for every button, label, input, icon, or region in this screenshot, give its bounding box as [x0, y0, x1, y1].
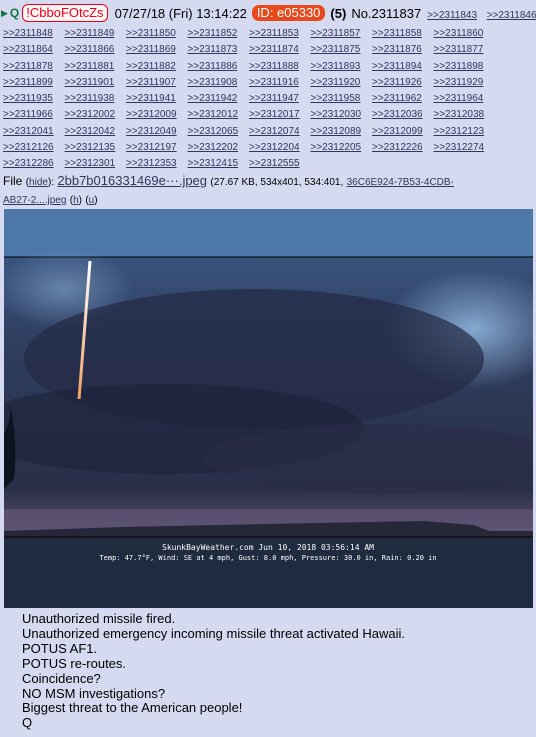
file-meta: (27.67 KB, 534x401, 534:401, [210, 177, 344, 188]
backlink[interactable]: >>2311843 [427, 10, 477, 21]
backlink[interactable]: >>2312274 [434, 140, 496, 156]
body-line: Q [22, 715, 33, 731]
backlinks-row: >>2312041 >>2312042 >>2312049 >>2312065 >>23… [3, 122, 536, 138]
post-datetime: 07/27/18 (Fri) 13:14:22 [114, 5, 247, 21]
file-label: File [3, 174, 23, 188]
backlinks-row: >>2312126 >>2312135 >>2312197 >>2312202 >>23… [3, 138, 536, 154]
hide-image-link[interactable]: hide [29, 177, 48, 188]
body-line: Coincidence? [22, 670, 101, 686]
file-name-link[interactable]: 2bb7b016331469e···.jpeg [57, 173, 207, 188]
weather-overlay-line2: Temp: 47.7°F, Wind: SE at 4 mph, Gust: 8… [99, 554, 436, 562]
backlinks-row: >>2311935 >>2311938 >>2311941 >>2311942 >>23… [3, 89, 536, 105]
body-line: POTUS AF1. [22, 640, 98, 656]
backlinks-row: >>2311878 >>2311881 >>2311882 >>2311886 >>23… [3, 57, 536, 73]
file-info: File (hide): 2bb7b016331469e···.jpeg (27… [3, 173, 454, 206]
post-count: (5) [330, 5, 347, 21]
backlink[interactable]: >>2312205 [311, 140, 373, 156]
backlinks-row: >>2311864 >>2311866 >>2311869 >>2311873 >>23… [3, 40, 536, 56]
backlinks-list: >>2311848 >>2311849 >>2311850 >>2311852 >>23… [3, 24, 536, 171]
backlinks-row: >>2311848 >>2311849 >>2311850 >>2311852 >>23… [3, 24, 536, 40]
backlink[interactable]: >>2312555 [249, 156, 311, 172]
backlink[interactable]: >>2312415 [188, 156, 250, 172]
backlink[interactable]: >>2312301 [65, 156, 127, 172]
post-header: ▶ Q !CbboFOtcZs 07/27/18 (Fri) 13:14:22 … [0, 3, 536, 23]
body-line: Unauthorized emergency incoming missile … [22, 625, 405, 641]
missile-sky-photo: SkunkBayWeather.com Jun 10, 2018 03:56:1… [4, 209, 533, 608]
backlink[interactable]: >>2312226 [372, 140, 434, 156]
post-menu-arrow-icon[interactable]: ▶ [1, 8, 8, 19]
poster-id-badge[interactable]: ID: e05330 [251, 5, 326, 21]
backlink[interactable]: >>2311846 [487, 10, 536, 21]
post-image[interactable]: SkunkBayWeather.com Jun 10, 2018 03:56:1… [4, 209, 533, 608]
file-hash-link[interactable]: 36C6E924-7B53-4CDB- [347, 177, 454, 188]
file-hash-link-continued[interactable]: AB27-2....jpeg [3, 195, 66, 206]
q-label: Q [9, 6, 20, 20]
backlinks-row: >>2311899 >>2311901 >>2311907 >>2311908 >>23… [3, 73, 536, 89]
backlinks-row: >>2312286 >>2312301 >>2312353 >>2312415 >>23… [3, 154, 536, 170]
post-number-link[interactable]: No.2311837 [351, 6, 421, 21]
body-line: POTUS re-routes. [22, 655, 127, 671]
header-backlinks: >>2311843 >>2311846 [421, 6, 536, 21]
body-line: Unauthorized missile fired. [22, 611, 176, 626]
weather-overlay-line1: SkunkBayWeather.com Jun 10, 2018 03:56:1… [162, 543, 374, 552]
post-body: Unauthorized missile fired. Unauthorized… [22, 611, 522, 731]
body-line: NO MSM investigations? [22, 685, 166, 701]
backlink[interactable]: >>2312353 [126, 156, 188, 172]
tripcode: !CbboFOtcZs [22, 4, 108, 22]
backlink[interactable]: >>2312286 [3, 156, 65, 172]
backlinks-row: >>2311966 >>2312002 >>2312009 >>2312012 >>23… [3, 105, 536, 121]
body-line: Biggest threat to the American people! [22, 700, 243, 716]
